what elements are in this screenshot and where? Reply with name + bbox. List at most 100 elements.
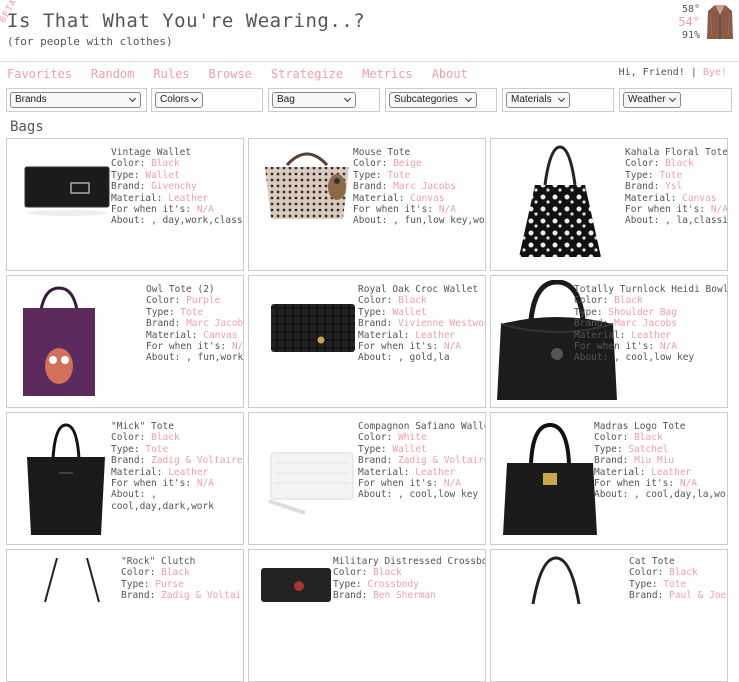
item-brand[interactable]: Marc Jacobs bbox=[186, 318, 243, 329]
item-color[interactable]: White bbox=[398, 432, 427, 443]
item-card[interactable]: "Rock" Clutch Color: Black Type: Purse B… bbox=[6, 549, 244, 682]
item-color[interactable]: Black bbox=[669, 567, 698, 578]
site-title[interactable]: Is That What You're Wearing..? bbox=[7, 10, 365, 32]
item-type[interactable]: Shoulder Bag bbox=[608, 307, 677, 318]
item-card[interactable]: Vintage Wallet Color: Black Type: Wallet… bbox=[6, 138, 244, 271]
item-type[interactable]: Tote bbox=[387, 170, 410, 181]
item-brand[interactable]: Givenchy bbox=[151, 181, 197, 192]
item-color[interactable]: Black bbox=[665, 158, 694, 169]
item-when[interactable]: N/A bbox=[711, 204, 727, 215]
item-color[interactable]: Black bbox=[151, 432, 180, 443]
item-about: , cool,low key bbox=[398, 489, 479, 501]
item-name[interactable]: Vintage Wallet bbox=[111, 147, 243, 158]
item-material[interactable]: Leather bbox=[168, 467, 208, 478]
item-card[interactable]: Military Distressed Crossbody Color: Bla… bbox=[248, 549, 486, 682]
item-when[interactable]: N/A bbox=[680, 478, 697, 489]
item-when[interactable]: N/A bbox=[444, 341, 461, 352]
item-when[interactable]: N/A bbox=[197, 204, 214, 215]
item-name[interactable]: Owl Tote (2) bbox=[146, 284, 243, 295]
item-color[interactable]: Beige bbox=[393, 158, 422, 169]
item-type[interactable]: Wallet bbox=[145, 170, 179, 181]
item-name[interactable]: "Rock" Clutch bbox=[121, 556, 243, 567]
item-brand[interactable]: Marc Jacobs bbox=[614, 318, 677, 329]
item-brand[interactable]: Vivienne Westwood bbox=[398, 318, 485, 329]
item-when[interactable]: N/A bbox=[439, 204, 456, 215]
item-name[interactable]: Royal Oak Croc Wallet bbox=[358, 284, 485, 295]
item-type[interactable]: Wallet bbox=[392, 307, 426, 318]
item-when[interactable]: N/A bbox=[197, 478, 214, 489]
item-about: , day,work,classic bbox=[151, 215, 244, 227]
item-color[interactable]: Black bbox=[398, 295, 427, 306]
item-material[interactable]: Leather bbox=[415, 467, 455, 478]
item-when[interactable]: N/A bbox=[660, 341, 677, 352]
logout-link[interactable]: Bye! bbox=[703, 67, 727, 78]
floral-tote-image bbox=[519, 145, 601, 257]
colors-select[interactable]: Colors bbox=[155, 92, 203, 108]
item-type[interactable]: Wallet bbox=[392, 444, 426, 455]
weather-select[interactable]: Weather bbox=[623, 92, 681, 108]
item-when[interactable]: N/A bbox=[444, 478, 461, 489]
item-brand[interactable]: Miu Miu bbox=[634, 455, 674, 466]
item-type[interactable]: Crossbody bbox=[367, 579, 418, 590]
item-info: Mouse Tote Color: Beige Type: Tote Brand… bbox=[353, 147, 485, 227]
item-material[interactable]: Leather bbox=[631, 330, 671, 341]
item-color[interactable]: Black bbox=[634, 432, 663, 443]
item-card[interactable]: Mouse Tote Color: Beige Type: Tote Brand… bbox=[248, 138, 486, 271]
nav-metrics[interactable]: Metrics bbox=[362, 67, 413, 81]
item-color[interactable]: Purple bbox=[186, 295, 220, 306]
item-color[interactable]: Black bbox=[151, 158, 180, 169]
item-card[interactable]: Cat Tote Color: Black Type: Tote Brand: … bbox=[490, 549, 728, 682]
category-select[interactable]: Bag bbox=[272, 92, 356, 108]
item-name[interactable]: Madras Logo Tote bbox=[594, 421, 727, 432]
item-type[interactable]: Tote bbox=[145, 444, 168, 455]
nav-browse[interactable]: Browse bbox=[209, 67, 252, 81]
materials-select[interactable]: Materials bbox=[506, 92, 570, 108]
item-material[interactable]: Canvas bbox=[682, 193, 716, 204]
item-brand[interactable]: Marc Jacobs bbox=[393, 181, 456, 192]
subcategories-select[interactable]: Subcategories bbox=[389, 92, 477, 108]
item-material[interactable]: Leather bbox=[415, 330, 455, 341]
item-name[interactable]: Totally Turnlock Heidi Bowler bbox=[574, 284, 727, 295]
header-divider bbox=[0, 61, 739, 62]
nav-random[interactable]: Random bbox=[91, 67, 134, 81]
item-card[interactable]: Totally Turnlock Heidi Bowler Color: Bla… bbox=[490, 275, 728, 408]
item-material[interactable]: Canvas bbox=[203, 330, 237, 341]
nav-rules[interactable]: Rules bbox=[153, 67, 189, 81]
item-when[interactable]: N/A bbox=[232, 341, 243, 352]
item-about: , fun,work bbox=[186, 352, 244, 364]
item-brand[interactable]: Zadig & Voltaire bbox=[398, 455, 485, 466]
white-wallet-image bbox=[268, 452, 354, 515]
item-name[interactable]: Mouse Tote bbox=[353, 147, 485, 158]
nav-about[interactable]: About bbox=[432, 67, 468, 81]
item-card[interactable]: Madras Logo Tote Color: Black Type: Satc… bbox=[490, 412, 728, 545]
item-about: , la,classic bbox=[665, 215, 728, 227]
item-name[interactable]: Cat Tote bbox=[629, 556, 726, 567]
nav-strategize[interactable]: Strategize bbox=[271, 67, 343, 81]
item-name[interactable]: Kahala Floral Tote bbox=[625, 147, 727, 158]
item-color[interactable]: Black bbox=[373, 567, 402, 578]
item-type[interactable]: Purse bbox=[155, 579, 184, 590]
nav-favorites[interactable]: Favorites bbox=[7, 67, 72, 81]
item-brand[interactable]: Zadig & Voltaire bbox=[151, 455, 243, 466]
item-color[interactable]: Black bbox=[614, 295, 643, 306]
item-brand[interactable]: Ysl bbox=[665, 181, 682, 192]
item-material[interactable]: Canvas bbox=[410, 193, 444, 204]
item-card[interactable]: "Mick" Tote Color: Black Type: Tote Bran… bbox=[6, 412, 244, 545]
item-material[interactable]: Leather bbox=[168, 193, 208, 204]
jacket-icon[interactable] bbox=[706, 3, 734, 41]
item-card[interactable]: Owl Tote (2) Color: Purple Type: Tote Br… bbox=[6, 275, 244, 408]
item-card[interactable]: Royal Oak Croc Wallet Color: Black Type:… bbox=[248, 275, 486, 408]
item-info: Vintage Wallet Color: Black Type: Wallet… bbox=[111, 147, 244, 227]
item-type[interactable]: Tote bbox=[659, 170, 682, 181]
item-type[interactable]: Satchel bbox=[628, 444, 668, 455]
item-card[interactable]: Compagnon Safiano Wallet Color: White Ty… bbox=[248, 412, 486, 545]
item-type[interactable]: Tote bbox=[663, 579, 686, 590]
item-name[interactable]: "Mick" Tote bbox=[111, 421, 243, 432]
item-type[interactable]: Tote bbox=[180, 307, 203, 318]
item-color[interactable]: Black bbox=[161, 567, 190, 578]
item-name[interactable]: Military Distressed Crossbody bbox=[333, 556, 485, 567]
item-card[interactable]: Kahala Floral Tote Color: Black Type: To… bbox=[490, 138, 728, 271]
item-material[interactable]: Leather bbox=[651, 467, 691, 478]
item-name[interactable]: Compagnon Safiano Wallet bbox=[358, 421, 485, 432]
brands-select[interactable]: Brands bbox=[10, 92, 141, 108]
